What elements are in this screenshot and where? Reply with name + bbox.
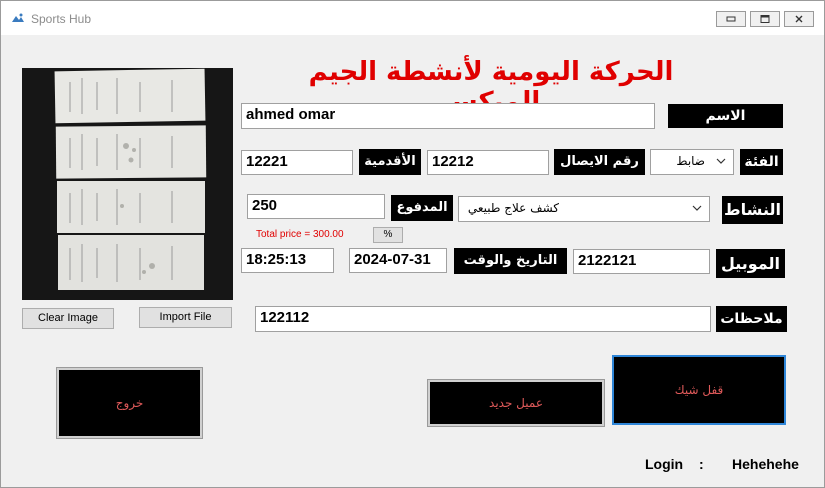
name-field[interactable]: ahmed omar [241, 103, 655, 129]
category-selected-value: ضابط [676, 154, 705, 168]
seniority-field[interactable]: 12221 [241, 150, 353, 175]
mobile-field[interactable]: 2122121 [573, 249, 710, 274]
percent-button[interactable]: % [373, 227, 403, 243]
paid-field[interactable]: 250 [247, 194, 385, 219]
category-label: الفئة [740, 149, 783, 175]
chevron-down-icon [692, 205, 702, 211]
minimize-button[interactable] [716, 11, 746, 27]
close-button[interactable] [784, 11, 814, 27]
app-icon [12, 13, 24, 22]
app-window: Sports Hub Clear Image Import File الحرك… [0, 0, 825, 488]
activity-selected-value: كشف علاج طبيعي [467, 201, 559, 215]
title-bar: Sports Hub [1, 1, 824, 35]
maximize-icon [760, 15, 770, 23]
clear-image-button[interactable]: Clear Image [22, 308, 114, 329]
login-separator: : [699, 456, 704, 472]
seniority-label: الأقدمية [359, 149, 421, 175]
notes-field[interactable]: 122112 [255, 306, 711, 332]
name-label: الاسم [668, 104, 783, 128]
receipt-photo-graphic [22, 68, 233, 300]
datetime-label: التاريخ والوقت [454, 248, 567, 274]
receipt-number-label: رقم الايصال [554, 149, 645, 175]
maximize-button[interactable] [750, 11, 780, 27]
import-file-button[interactable]: Import File [139, 307, 232, 328]
time-field[interactable]: 18:25:13 [241, 248, 334, 273]
lock-check-button[interactable]: قفل شيك [612, 355, 786, 425]
chevron-down-icon [716, 158, 726, 164]
minimize-icon [726, 16, 736, 22]
notes-label: ملاحظات [716, 306, 787, 332]
activity-select[interactable]: كشف علاج طبيعي [458, 196, 710, 222]
receipt-number-field[interactable]: 12212 [427, 150, 549, 175]
total-price-text: Total price = 300.00 [256, 229, 344, 240]
mobile-label: الموبيل [716, 249, 785, 278]
new-client-button[interactable]: عميل جديد [427, 379, 605, 427]
logged-in-user: Hehehehe [732, 456, 799, 472]
date-field[interactable]: 2024-07-31 [349, 248, 447, 273]
paid-label: المدفوع [391, 195, 453, 221]
exit-button[interactable]: خروج [56, 367, 203, 439]
receipt-image [22, 68, 233, 300]
close-icon [795, 15, 803, 23]
activity-label: النشاط [722, 196, 783, 224]
login-label: Login [645, 456, 684, 472]
category-select[interactable]: ضابط [650, 149, 734, 175]
window-title: Sports Hub [31, 12, 92, 26]
